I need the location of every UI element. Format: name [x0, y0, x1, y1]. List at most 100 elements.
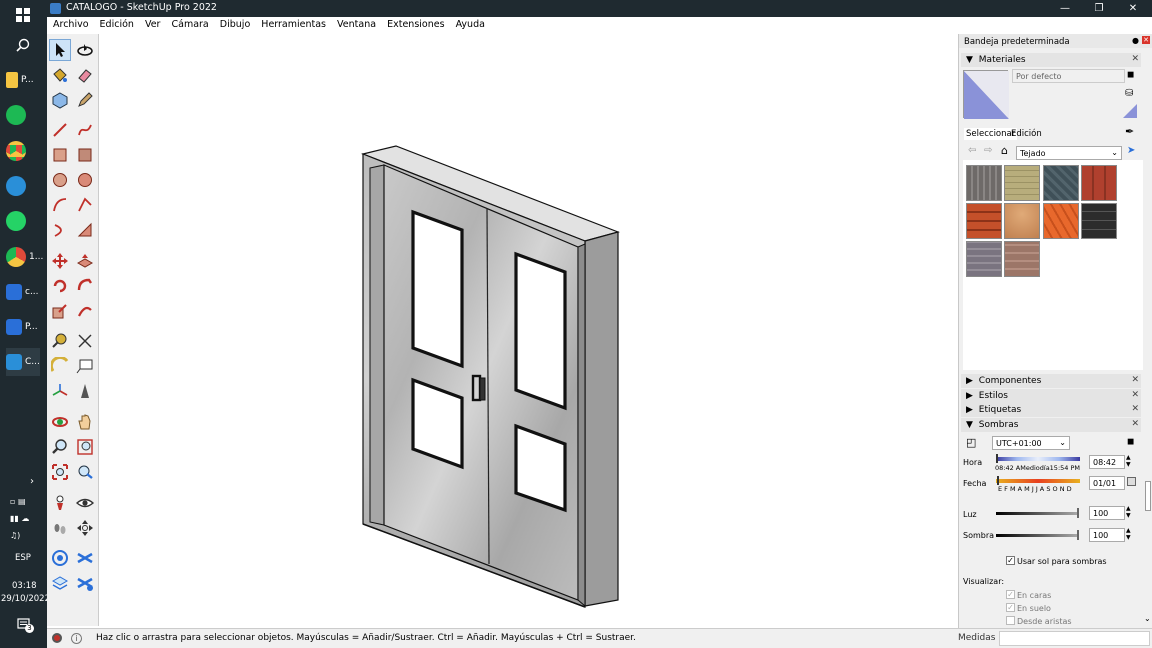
axes-tool[interactable]: [49, 380, 71, 402]
material-swatch[interactable]: [1043, 203, 1079, 239]
look-around-tool[interactable]: [74, 492, 96, 514]
on-ground-checkbox[interactable]: ✓: [1006, 603, 1015, 612]
shadows-header[interactable]: ▼ Sombras ✕: [961, 418, 1141, 432]
taskbar-app-chrome-2[interactable]: 1...: [6, 243, 43, 271]
menu-edit[interactable]: Edición: [97, 17, 137, 32]
door-model[interactable]: [100, 34, 957, 626]
tab-select[interactable]: Seleccionar: [964, 128, 1018, 140]
back-arrow-icon[interactable]: ⇦: [968, 145, 976, 156]
move-tool[interactable]: [49, 250, 71, 272]
language-indicator[interactable]: ESP: [15, 553, 31, 563]
time-slider-thumb[interactable]: [996, 454, 998, 463]
rotated-rectangle-tool[interactable]: [74, 144, 96, 166]
light-stepper[interactable]: ▲ ▼: [1126, 505, 1131, 519]
menu-tools[interactable]: Herramientas: [258, 17, 329, 32]
section-plane-tool[interactable]: [74, 517, 96, 539]
search-icon[interactable]: [16, 38, 30, 52]
zoom-tool[interactable]: [49, 436, 71, 458]
volume-icon[interactable]: ♫): [10, 527, 40, 544]
restore-button[interactable]: ❐: [1082, 0, 1116, 17]
on-faces-checkbox[interactable]: ✓: [1006, 590, 1015, 599]
taskbar-app-c[interactable]: c...: [6, 278, 40, 306]
close-icon[interactable]: ✕: [1131, 419, 1139, 429]
pin-icon[interactable]: ●: [1132, 36, 1139, 45]
dark-slider[interactable]: [996, 534, 1078, 537]
taskbar-app-edge[interactable]: [6, 172, 40, 200]
details-arrow-icon[interactable]: ➤: [1127, 145, 1135, 156]
material-swatch[interactable]: [966, 203, 1002, 239]
text-tool[interactable]: [74, 355, 96, 377]
use-sun-checkbox[interactable]: ✓: [1006, 556, 1015, 565]
three-point-arc-tool[interactable]: [49, 219, 71, 241]
from-edges-checkbox[interactable]: [1006, 616, 1015, 625]
tape-tool[interactable]: [49, 330, 71, 352]
layer-tool[interactable]: [49, 572, 71, 594]
close-icon[interactable]: ✕: [1131, 390, 1139, 400]
taskbar-app-files[interactable]: P...: [6, 66, 40, 94]
info-icon[interactable]: i: [71, 633, 82, 644]
eraser-tool[interactable]: [74, 64, 96, 86]
freehand-tool[interactable]: [74, 119, 96, 141]
circle-tool[interactable]: [49, 169, 71, 191]
dark-slider-thumb[interactable]: [1077, 530, 1079, 540]
dark-field[interactable]: 100: [1089, 528, 1125, 542]
extension-warehouse-tool[interactable]: [74, 547, 96, 569]
eyedropper-icon[interactable]: ✒: [1125, 125, 1134, 138]
walk-tool[interactable]: [49, 517, 71, 539]
make-component-tool[interactable]: [49, 89, 71, 111]
pan-tool[interactable]: [74, 411, 96, 433]
clock-date[interactable]: 29/10/2022: [1, 594, 50, 604]
date-slider[interactable]: [996, 479, 1080, 483]
minimize-button[interactable]: —: [1048, 0, 1082, 17]
zoom-window-tool[interactable]: [74, 436, 96, 458]
line-tool[interactable]: [49, 119, 71, 141]
tab-edit[interactable]: Edición: [1011, 129, 1042, 139]
paint-3d-icon[interactable]: ⛁: [1125, 88, 1133, 99]
select-tool[interactable]: [49, 39, 71, 61]
menu-camera[interactable]: Cámara: [169, 17, 212, 32]
geolocation-icon[interactable]: [52, 633, 62, 643]
paint-bucket-tool[interactable]: [49, 64, 71, 86]
close-button[interactable]: ✕: [1116, 0, 1150, 17]
time-field[interactable]: 08:42: [1089, 455, 1125, 469]
zoom-extents-tool[interactable]: [49, 461, 71, 483]
arc-tool[interactable]: [49, 194, 71, 216]
tray-close-icon[interactable]: ✕: [1142, 36, 1150, 44]
light-slider-thumb[interactable]: [1077, 508, 1079, 518]
pie-tool[interactable]: [74, 219, 96, 241]
shadow-toggle-icon[interactable]: ◰: [966, 436, 976, 449]
scroll-down-icon[interactable]: ⌄: [1144, 614, 1151, 623]
chevron-right-icon[interactable]: ›: [30, 476, 34, 487]
home-icon[interactable]: ⌂: [1001, 144, 1008, 157]
material-swatch[interactable]: [1081, 165, 1117, 201]
two-point-arc-tool[interactable]: [74, 194, 96, 216]
orbit-tool-top[interactable]: [74, 39, 96, 61]
scale-tool[interactable]: [49, 300, 71, 322]
forward-arrow-icon[interactable]: ⇨: [984, 145, 992, 156]
polygon-tool[interactable]: [74, 169, 96, 191]
light-field[interactable]: 100: [1089, 506, 1125, 520]
3d-text-tool[interactable]: [74, 380, 96, 402]
follow-me-tool[interactable]: [74, 275, 96, 297]
shadow-settings-icon[interactable]: ◼: [1127, 437, 1134, 447]
menu-draw[interactable]: Dibujo: [217, 17, 253, 32]
styles-header[interactable]: ▶ Estilos ✕: [961, 389, 1141, 403]
materials-header[interactable]: ▼ Materiales ✕: [961, 53, 1141, 67]
battery-icon[interactable]: ▮▮ ☁: [10, 510, 40, 527]
warehouse-tool[interactable]: [49, 547, 71, 569]
material-swatch[interactable]: [1004, 165, 1040, 201]
light-slider[interactable]: [996, 512, 1078, 515]
create-material-icon[interactable]: ◼: [1127, 70, 1134, 80]
dark-stepper[interactable]: ▲ ▼: [1126, 527, 1131, 541]
tape-measure-tool[interactable]: [74, 89, 96, 111]
close-icon[interactable]: ✕: [1131, 54, 1139, 64]
extension-manager-tool[interactable]: [74, 572, 96, 594]
position-camera-tool[interactable]: [49, 492, 71, 514]
collection-select[interactable]: Tejado ⌄: [1016, 146, 1122, 160]
close-icon[interactable]: ✕: [1131, 404, 1139, 414]
taskbar-app-sketchup[interactable]: C...: [6, 348, 40, 376]
drawing-viewport[interactable]: [100, 34, 957, 626]
close-icon[interactable]: ✕: [1131, 375, 1139, 385]
taskbar-app-whatsapp[interactable]: [6, 207, 40, 235]
material-name-field[interactable]: Por defecto: [1012, 69, 1125, 83]
